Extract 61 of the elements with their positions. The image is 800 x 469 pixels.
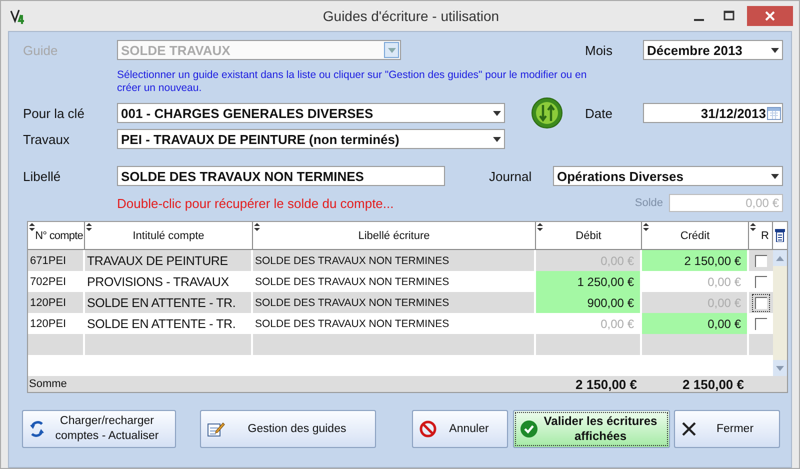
column-header[interactable]: Débit <box>536 222 642 249</box>
cancel-button[interactable]: Annuler <box>412 410 508 448</box>
hint-text: Sélectionner un guide existant dans la liste ou cliquer sur "Gestion des guides" pour le modifier ou en créer un nouveau. <box>117 69 588 95</box>
field-label: Date <box>585 106 614 120</box>
balance-field: 0,00 € <box>669 194 783 212</box>
edit-button[interactable]: Gestion des guides <box>200 410 376 448</box>
field-label: Libellé <box>23 168 62 184</box>
sort-icon[interactable] <box>29 223 35 231</box>
check-icon <box>520 420 538 438</box>
field-label: Travaux <box>23 132 70 146</box>
dropdown-arrow-icon[interactable] <box>492 136 500 142</box>
column-header[interactable]: Intitulé compte <box>85 222 253 249</box>
table-cell: 0,00 € <box>642 313 749 334</box>
dropdown-arrow-icon[interactable] <box>770 48 778 52</box>
field-label: Guide <box>23 42 59 58</box>
calendar-icon[interactable] <box>767 106 781 120</box>
sort-icon[interactable] <box>537 223 543 231</box>
no-entry-icon <box>419 420 437 438</box>
edit-icon <box>207 421 225 437</box>
sort-icon[interactable] <box>254 223 260 231</box>
month-dropdown[interactable]: Décembre 2013 <box>643 40 783 60</box>
field-label: Pour la clé <box>23 106 86 120</box>
window-title: Guides d'écriture - utilisation <box>322 8 500 24</box>
works-dropdown[interactable]: PEI - TRAVAUX DE PEINTURE (non terminés) <box>117 129 505 149</box>
sort-icon[interactable] <box>86 223 92 231</box>
field-label: Solde <box>634 197 663 209</box>
instruction-text: Double-clic pour récupérer le solde du compte... <box>117 196 394 210</box>
column-header[interactable]: N° compte <box>28 222 85 249</box>
date-field[interactable]: 31/12/2013 <box>643 103 783 123</box>
close-button[interactable] <box>747 6 793 26</box>
refresh-button[interactable]: Charger/recharger comptes - Actualiser <box>22 410 176 448</box>
close-icon <box>681 421 697 437</box>
close-button[interactable]: Fermer <box>674 410 780 448</box>
label-field[interactable]: SOLDE DES TRAVAUX NON TERMINES <box>117 166 445 186</box>
minimize-icon <box>694 18 704 20</box>
checkbox[interactable] <box>755 296 767 308</box>
sum-label: Somme <box>28 378 68 390</box>
table-cell: 2 150,00 € <box>642 250 749 271</box>
column-header[interactable]: Libellé écriture <box>253 222 536 249</box>
dropdown-arrow-icon[interactable] <box>770 174 778 178</box>
sort-icon[interactable] <box>643 223 649 231</box>
checkbox[interactable] <box>755 254 767 266</box>
refresh-icon <box>29 420 45 438</box>
journal-dropdown[interactable]: Opérations Diverses <box>553 166 783 186</box>
table-cell: 900,00 € <box>536 292 642 313</box>
close-icon <box>764 10 776 22</box>
column-header[interactable]: R <box>749 222 773 249</box>
sync-icon[interactable] <box>531 97 563 129</box>
dropdown-arrow-icon[interactable] <box>492 110 500 116</box>
sort-icon[interactable] <box>750 223 756 231</box>
field-label: Mois <box>585 42 614 58</box>
maximize-icon <box>723 10 735 22</box>
column-header[interactable]: Crédit <box>642 222 749 249</box>
table-settings-icon[interactable] <box>775 229 785 242</box>
field-label: Journal <box>489 168 533 184</box>
validate-button[interactable]: Valider les écritures affichées <box>513 410 670 448</box>
credit-total: 2 150,00 € <box>682 376 745 392</box>
key-dropdown[interactable]: 001 - CHARGES GENERALES DIVERSES <box>117 103 505 123</box>
app-logo-icon <box>9 6 27 24</box>
table-cell: 1 250,00 € <box>536 271 642 292</box>
debit-total: 2 150,00 € <box>574 376 638 392</box>
